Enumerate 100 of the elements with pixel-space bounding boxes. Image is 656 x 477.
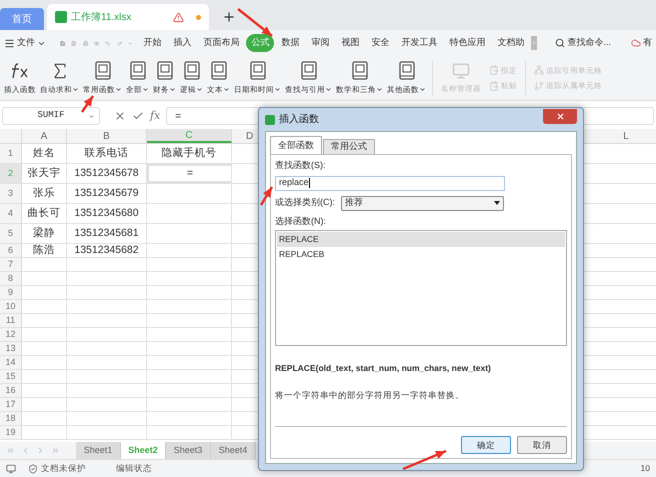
spreadsheet-icon — [55, 11, 67, 23]
search-icon — [555, 38, 566, 48]
network-icon — [534, 65, 544, 76]
annotation-arrow — [402, 450, 446, 470]
search-label: 查找函数(S): — [275, 159, 326, 172]
function-list-item[interactable]: REPLACE — [277, 232, 565, 247]
cancel-button[interactable]: 取消 — [517, 436, 567, 454]
cell-text: 隐藏手机号 — [162, 146, 216, 161]
row-header[interactable]: 12 — [0, 328, 22, 341]
ok-button[interactable]: 确定 — [461, 436, 511, 454]
row-header[interactable]: 14 — [0, 356, 22, 369]
ribbon-tab[interactable]: 公式 — [246, 34, 274, 52]
row-header[interactable]: 18 — [0, 412, 22, 425]
app-logo-icon — [265, 114, 275, 124]
row-header[interactable]: 3 — [0, 184, 22, 203]
annotation-arrow — [237, 8, 273, 37]
ribbon-tab[interactable]: 视图 — [336, 34, 364, 52]
cloud-icon — [630, 38, 641, 48]
home-tab[interactable]: 首页 — [0, 8, 44, 30]
ribbon-tab[interactable]: 开发工具 — [396, 34, 442, 52]
function-book-icon — [182, 60, 200, 81]
row-header[interactable]: 15 — [0, 370, 22, 383]
column-header[interactable]: A — [22, 129, 67, 143]
cell-text: 梁静 — [33, 226, 55, 241]
ribbon-tab[interactable]: 开始 — [138, 34, 166, 52]
ribbon-tab[interactable]: 数据 — [276, 34, 304, 52]
row-header[interactable]: 7 — [0, 258, 22, 271]
row-header[interactable]: 9 — [0, 286, 22, 299]
file-tab[interactable]: 工作簿11.xlsx — [47, 4, 209, 30]
protection-status[interactable]: 文档未保护 — [28, 462, 86, 475]
cell-text: 张天宇 — [28, 166, 60, 181]
name-box[interactable]: SUMIF — [2, 107, 100, 125]
cell-text: 联系电话 — [84, 146, 128, 161]
row-header[interactable]: 17 — [0, 398, 22, 411]
ribbon-tab[interactable]: 文档助 — [492, 34, 530, 52]
ribbon-tab[interactable]: 插入 — [168, 34, 196, 52]
new-tab-icon[interactable] — [222, 10, 236, 24]
ribbon-tab[interactable]: 安全 — [366, 34, 394, 52]
confirm-icon[interactable] — [132, 110, 144, 122]
ribbon-tab[interactable]: 特色应用 — [444, 34, 490, 52]
function-search-field[interactable]: replace — [275, 176, 505, 190]
warning-icon — [173, 12, 184, 22]
sheet-tab[interactable]: Sheet1 — [76, 442, 121, 459]
menu-icon — [4, 38, 15, 48]
close-button[interactable] — [543, 109, 577, 124]
monitor-icon — [452, 62, 470, 80]
row-header[interactable]: 11 — [0, 314, 22, 327]
annotation-arrow — [80, 95, 94, 113]
sheet-tab[interactable]: Sheet2 — [121, 442, 166, 459]
account-button[interactable]: 有 — [630, 36, 652, 50]
ribbon-tab[interactable]: 审阅 — [306, 34, 334, 52]
function-book-icon — [156, 60, 174, 81]
function-signature: REPLACE(old_text, start_num, num_chars, new_text) — [275, 362, 492, 375]
function-book-icon — [248, 60, 266, 81]
display-icon[interactable] — [6, 464, 16, 474]
dialog-tab[interactable]: 常用公式 — [323, 139, 375, 154]
file-menu[interactable]: 文件 — [4, 36, 50, 50]
sheet-tab[interactable]: Sheet4 — [211, 442, 256, 459]
close-icon — [556, 112, 564, 121]
shield-icon — [28, 464, 38, 474]
prev-sheet-icon[interactable] — [21, 446, 30, 455]
row-header[interactable]: 13 — [0, 342, 22, 355]
function-book-icon — [128, 60, 146, 81]
active-cell-text: = — [186, 166, 194, 181]
cell-text: 曲长可 — [28, 206, 60, 221]
branch-icon — [534, 80, 544, 91]
cancel-icon[interactable] — [114, 110, 126, 122]
chevron-right-icon — [531, 40, 538, 46]
first-sheet-icon[interactable] — [6, 446, 15, 455]
row-header[interactable]: 10 — [0, 300, 22, 313]
cell-text: 13512345682 — [74, 242, 139, 258]
row-header[interactable]: 1 — [0, 144, 22, 163]
row-header[interactable]: 6 — [0, 244, 22, 257]
file-tab-title: 工作簿11.xlsx — [71, 10, 132, 24]
column-header[interactable]: L — [596, 129, 656, 143]
next-sheet-icon[interactable] — [36, 446, 45, 455]
scroll-right-button[interactable] — [531, 36, 538, 50]
dialog-title: 插入函数 — [279, 112, 319, 127]
ribbon-tab[interactable]: 页面布局 — [198, 34, 244, 52]
function-list-item[interactable]: REPLACEB — [277, 247, 565, 262]
cell-text: 张乐 — [33, 186, 55, 201]
function-book-icon — [94, 60, 112, 81]
sheet-tab[interactable]: Sheet3 — [166, 442, 211, 459]
row-header[interactable]: 16 — [0, 384, 22, 397]
category-select[interactable]: 推荐 — [341, 196, 504, 210]
last-sheet-icon[interactable] — [51, 446, 60, 455]
caret-icon — [88, 112, 95, 120]
command-search[interactable]: 查找命令... — [555, 36, 611, 50]
function-book-icon — [398, 60, 416, 81]
row-header[interactable]: 5 — [0, 224, 22, 243]
row-header[interactable]: 19 — [0, 426, 22, 439]
cell-text: 姓名 — [33, 146, 55, 161]
function-book-icon — [300, 60, 318, 81]
dialog-tab[interactable]: 全部函数 — [270, 136, 322, 154]
row-header[interactable]: 4 — [0, 204, 22, 223]
function-book-icon — [210, 60, 228, 81]
row-header[interactable]: 8 — [0, 272, 22, 285]
function-description: 将一个字符串中的部分字符用另一字符串替换。 — [275, 388, 465, 402]
insert-function-label[interactable]: fx — [150, 108, 160, 124]
zoom-level[interactable]: 10 — [640, 462, 650, 475]
